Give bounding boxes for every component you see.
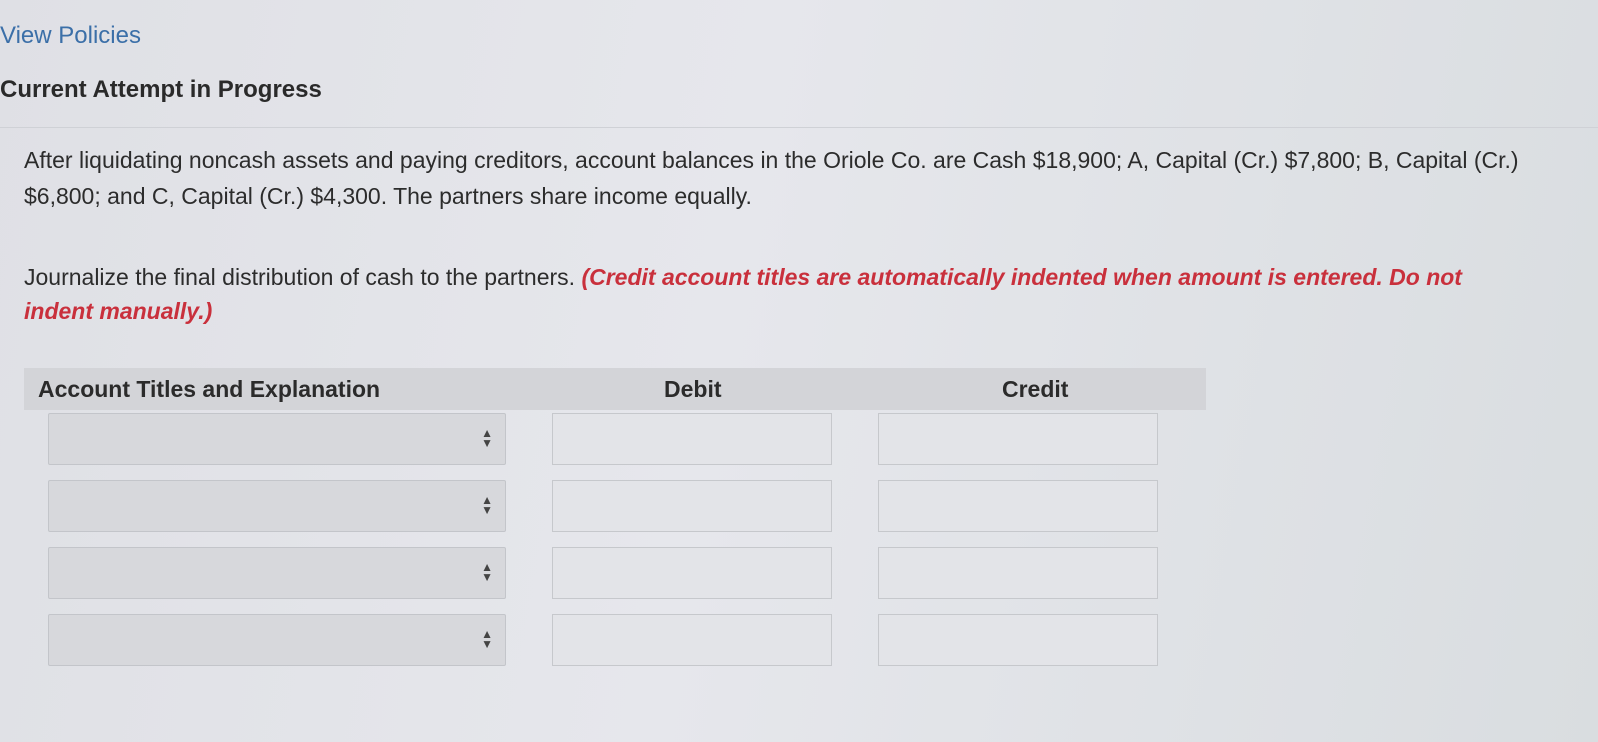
debit-input[interactable] [552, 547, 832, 599]
debit-input[interactable] [552, 413, 832, 465]
journal-table-header: Account Titles and Explanation Debit Cre… [24, 368, 1206, 410]
debit-input[interactable] [552, 480, 832, 532]
instruction-text: Journalize the final distribution of cas… [24, 264, 576, 290]
header-debit: Debit [664, 376, 722, 402]
journal-row: ▲ ▼ [0, 480, 1598, 536]
credit-input[interactable] [878, 413, 1158, 465]
account-select[interactable]: ▲ ▼ [48, 413, 506, 465]
up-down-arrows-icon: ▲ ▼ [481, 493, 493, 517]
header-account-titles: Account Titles and Explanation [38, 376, 381, 402]
account-select[interactable]: ▲ ▼ [48, 480, 506, 532]
attempt-title: Current Attempt in Progress [0, 76, 322, 103]
credit-input[interactable] [878, 547, 1158, 599]
credit-input[interactable] [878, 614, 1158, 666]
journal-row: ▲ ▼ [0, 413, 1598, 469]
question-text: After liquidating noncash assets and pay… [24, 147, 1519, 209]
journal-row: ▲ ▼ [0, 614, 1598, 670]
credit-input[interactable] [878, 480, 1158, 532]
debit-input[interactable] [552, 614, 832, 666]
view-policies-link[interactable]: View Policies [0, 22, 141, 50]
up-down-arrows-icon: ▲ ▼ [481, 560, 493, 584]
header-credit: Credit [1002, 376, 1069, 402]
section-divider [0, 127, 1598, 128]
up-down-arrows-icon: ▲ ▼ [481, 627, 493, 651]
up-down-arrows-icon: ▲ ▼ [481, 426, 493, 450]
journal-row: ▲ ▼ [0, 547, 1598, 603]
account-select[interactable]: ▲ ▼ [48, 614, 506, 666]
instruction: Journalize the final distribution of cas… [24, 260, 1524, 328]
account-select[interactable]: ▲ ▼ [48, 547, 506, 599]
